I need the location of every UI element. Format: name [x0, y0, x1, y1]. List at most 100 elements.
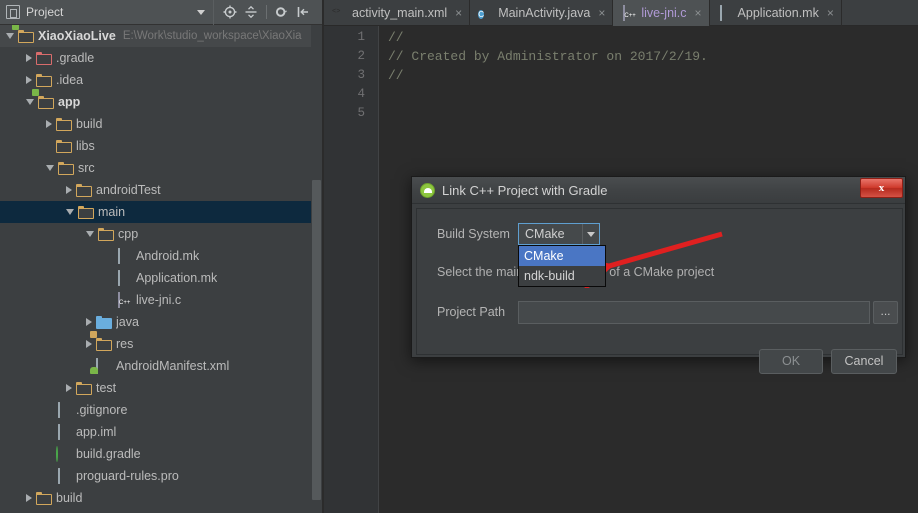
tree-node-label: src [78, 161, 95, 175]
tree-node-live-jni-c[interactable]: C++ live-jni.c [0, 289, 311, 311]
browse-button[interactable]: ... [873, 301, 898, 324]
module-folder-icon [12, 25, 33, 43]
project-view-label: Project [26, 5, 64, 19]
tree-node-gradle[interactable]: gradle [0, 509, 311, 513]
chevron-down-icon[interactable] [66, 209, 74, 215]
tree-node-label: libs [76, 139, 95, 153]
tree-node-label: java [116, 315, 139, 329]
chevron-down-icon[interactable] [197, 9, 205, 15]
chevron-right-icon[interactable] [26, 54, 32, 62]
tree-node-label: build [76, 117, 103, 131]
tree-node-test[interactable]: test [0, 377, 311, 399]
close-icon[interactable]: × [695, 6, 702, 20]
line-number: 4 [357, 87, 365, 101]
tree-node-app[interactable]: app [0, 89, 311, 113]
tree-node-build[interactable]: build [0, 113, 311, 135]
project-panel-toolbar [214, 3, 312, 21]
dropdown-option-cmake[interactable]: CMake [519, 246, 605, 266]
project-path-input[interactable] [518, 301, 870, 324]
gear-icon[interactable] [273, 3, 291, 21]
locate-icon[interactable] [221, 3, 239, 21]
tree-node-build-gradle[interactable]: build.gradle [0, 443, 311, 465]
tree-node-xiaoxiaolive[interactable]: XiaoXiaoLive E:\Work\studio_workspace\Xia… [0, 25, 311, 47]
folder-icon [58, 161, 73, 175]
editor-tab-mainactivity-java[interactable]: C MainActivity.java × [470, 0, 614, 26]
project-tree-scrollbar[interactable] [311, 25, 322, 513]
dropdown-option-ndk-build[interactable]: ndk-build [519, 266, 605, 286]
tree-node-main[interactable]: main [0, 201, 311, 223]
tree-node-app-iml[interactable]: app.iml [0, 421, 311, 443]
tree-node-src[interactable]: src [0, 157, 311, 179]
folder-icon [98, 227, 113, 241]
chevron-right-icon[interactable] [26, 76, 32, 84]
tree-node-libs[interactable]: libs [0, 135, 311, 157]
tree-node-label: Android.mk [136, 249, 200, 263]
tree-node-application-mk[interactable]: Application.mk [0, 267, 311, 289]
code-line: // Created by Administrator on 2017/2/19… [388, 49, 708, 64]
tree-node-androidtest[interactable]: androidTest [0, 179, 311, 201]
text-file-icon [116, 270, 131, 286]
tree-node-label: live-jni.c [136, 293, 182, 307]
close-icon[interactable]: x [860, 178, 903, 198]
text-file-icon [116, 248, 131, 264]
tree-node-androidmanifest-xml[interactable]: AndroidManifest.xml [0, 355, 311, 377]
tree-node--idea[interactable]: .idea [0, 69, 311, 91]
project-panel-header: Project [0, 0, 324, 25]
cancel-button[interactable]: Cancel [831, 349, 897, 374]
tree-node-label: Application.mk [136, 271, 218, 285]
module-folder-icon [32, 89, 53, 109]
tree-node-label: app.iml [76, 425, 117, 439]
dialog-title: Link C++ Project with Gradle [442, 182, 608, 198]
tree-node-proguard-rules-pro[interactable]: proguard-rules.pro [0, 465, 311, 487]
chevron-right-icon[interactable] [66, 186, 72, 194]
chevron-right-icon[interactable] [86, 340, 92, 348]
close-icon[interactable]: × [827, 6, 834, 20]
tree-node-cpp[interactable]: cpp [0, 223, 311, 245]
build-system-dropdown-list[interactable]: CMake ndk-build [518, 245, 606, 287]
gradle-file-icon [56, 446, 71, 462]
tree-node-label: cpp [118, 227, 139, 241]
java-class-icon: C [478, 10, 484, 19]
folder-icon [78, 205, 93, 219]
chevron-down-icon[interactable] [86, 231, 94, 237]
tree-node-android-mk[interactable]: Android.mk [0, 245, 311, 267]
tree-node-build[interactable]: build [0, 487, 311, 509]
tree-node-label: .idea [56, 73, 84, 87]
chevron-right-icon[interactable] [66, 384, 72, 392]
chevron-down-icon[interactable] [6, 33, 14, 39]
tree-node-java[interactable]: java [0, 311, 311, 333]
ok-button[interactable]: OK [759, 349, 823, 374]
chevron-right-icon[interactable] [26, 494, 32, 502]
project-tool-window: Project XiaoXiaoLive E:\Work\studio_work… [0, 0, 324, 513]
tree-node-label: AndroidManifest.xml [116, 359, 230, 373]
scrollbar-thumb[interactable] [312, 180, 321, 500]
folder-red-icon [36, 51, 51, 65]
tree-node-res[interactable]: res [0, 331, 311, 355]
editor-tab-label: live-jni.c [641, 6, 687, 20]
tree-node--gitignore[interactable]: .gitignore [0, 399, 311, 421]
tree-node-label: app [58, 95, 81, 109]
c-file-icon: C++ [116, 292, 131, 308]
project-view-selector[interactable]: Project [0, 0, 214, 25]
chevron-down-icon[interactable] [46, 165, 54, 171]
dialog-title-bar[interactable]: Link C++ Project with Gradle x [412, 177, 905, 204]
line-number: 1 [357, 30, 365, 44]
hide-panel-icon[interactable] [294, 3, 312, 21]
tree-node--gradle[interactable]: .gradle [0, 47, 311, 69]
editor-tab-activity-main-xml[interactable]: activity_main.xml × [324, 0, 471, 26]
folder-icon [56, 139, 71, 153]
project-tree[interactable]: XiaoXiaoLive E:\Work\studio_workspace\Xia… [0, 25, 311, 513]
close-icon[interactable]: × [598, 6, 605, 20]
chevron-right-icon[interactable] [86, 318, 92, 326]
editor-tab-live-jni-c[interactable]: C++ live-jni.c × [613, 0, 710, 26]
editor-tab-label: MainActivity.java [498, 6, 591, 20]
collapse-all-icon[interactable] [242, 3, 260, 21]
chevron-right-icon[interactable] [46, 120, 52, 128]
editor-tab-application-mk[interactable]: Application.mk × [710, 0, 842, 26]
close-icon[interactable]: × [455, 6, 462, 20]
folder-icon [76, 183, 91, 197]
chevron-down-icon[interactable] [26, 99, 34, 105]
tree-node-label: .gradle [56, 51, 95, 65]
